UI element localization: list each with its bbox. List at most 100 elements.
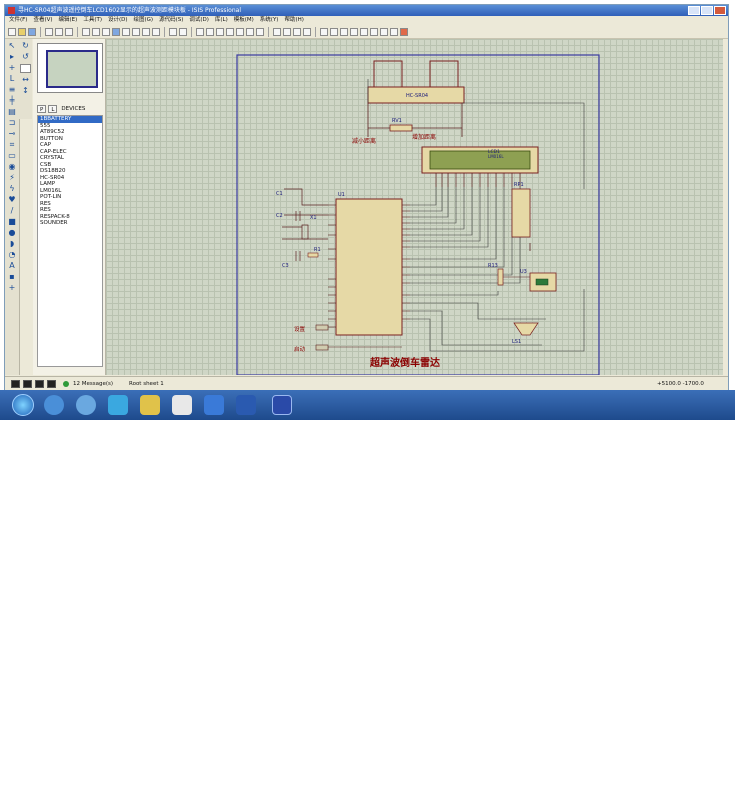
line-icon[interactable]: / xyxy=(8,207,16,215)
library-tab[interactable]: L xyxy=(48,105,58,113)
tape-recorder-icon[interactable]: ▭ xyxy=(8,152,16,160)
mirror-x-icon[interactable]: ↔ xyxy=(22,76,30,84)
voltage-probe-icon[interactable]: ⚡ xyxy=(8,174,16,182)
menu-design[interactable]: 设计(D) xyxy=(108,16,128,25)
open-file-icon[interactable] xyxy=(18,27,26,36)
ares-icon[interactable] xyxy=(400,27,408,36)
start-button[interactable] xyxy=(12,394,34,416)
junction-icon[interactable]: + xyxy=(8,64,16,72)
save-icon[interactable] xyxy=(28,27,36,36)
device-pin-icon[interactable]: ⊸ xyxy=(8,130,16,138)
browser-icon[interactable] xyxy=(44,395,64,415)
r13-label: R13 xyxy=(488,263,498,269)
generator-icon[interactable]: ◉ xyxy=(8,163,16,171)
ie-icon[interactable] xyxy=(76,395,96,415)
selection-mode-icon[interactable]: ↖ xyxy=(8,42,16,50)
zoom-in-icon[interactable] xyxy=(122,27,130,36)
wps-icon[interactable] xyxy=(204,395,224,415)
undo-icon[interactable] xyxy=(169,27,177,36)
chat-icon[interactable] xyxy=(108,395,128,415)
menu-tools[interactable]: 工具(T) xyxy=(83,16,102,25)
step-button[interactable] xyxy=(23,380,32,388)
zoom-out-icon[interactable] xyxy=(132,27,140,36)
make-device-icon[interactable] xyxy=(283,27,291,36)
schematic-canvas[interactable]: HC-SR04 RV1 减小距离 增加距离 LCD1 LM016L U1 RP1… xyxy=(106,39,723,375)
user-avatar-icon[interactable] xyxy=(172,395,192,415)
redo-icon[interactable] xyxy=(179,27,187,36)
netlist-icon[interactable] xyxy=(380,27,388,36)
wire-label-icon[interactable]: L xyxy=(8,75,16,83)
search-icon[interactable] xyxy=(330,27,338,36)
package-icon[interactable] xyxy=(293,27,301,36)
remove-sheet-icon[interactable] xyxy=(370,27,378,36)
minimize-button[interactable] xyxy=(688,6,700,15)
graph-icon[interactable]: ⌗ xyxy=(8,141,16,149)
folder-icon[interactable] xyxy=(140,395,160,415)
subcircuit-icon[interactable]: ▤ xyxy=(8,108,16,116)
wire-autorouter-icon[interactable] xyxy=(320,27,328,36)
pick-device-icon[interactable] xyxy=(273,27,281,36)
block-copy-icon[interactable] xyxy=(226,27,234,36)
rotate-cw-icon[interactable]: ↻ xyxy=(22,42,30,50)
menu-source[interactable]: 源代码(S) xyxy=(159,16,183,25)
bom-icon[interactable] xyxy=(390,27,398,36)
pan-icon[interactable] xyxy=(112,27,120,36)
property-tool-icon[interactable] xyxy=(340,27,348,36)
print-icon[interactable] xyxy=(65,27,73,36)
copy-icon[interactable] xyxy=(206,27,214,36)
symbol-icon[interactable]: ▪ xyxy=(8,273,16,281)
menu-system[interactable]: 系统(Y) xyxy=(260,16,279,25)
cut-icon[interactable] xyxy=(196,27,204,36)
word-icon[interactable] xyxy=(236,395,256,415)
import-icon[interactable] xyxy=(45,27,53,36)
grid-icon[interactable] xyxy=(92,27,100,36)
refresh-icon[interactable] xyxy=(82,27,90,36)
list-item[interactable]: SOUNDER xyxy=(38,220,102,227)
menu-view[interactable]: 查看(V) xyxy=(33,16,52,25)
current-probe-icon[interactable]: ϟ xyxy=(8,185,16,193)
block-move-icon[interactable] xyxy=(236,27,244,36)
new-sheet-icon[interactable] xyxy=(360,27,368,36)
circle-icon[interactable]: ● xyxy=(8,229,16,237)
box-icon[interactable]: ■ xyxy=(8,218,16,226)
mirror-y-icon[interactable]: ↕ xyxy=(22,87,30,95)
design-explorer-icon[interactable] xyxy=(350,27,358,36)
menu-help[interactable]: 帮助(H) xyxy=(284,16,303,25)
isis-task-icon[interactable] xyxy=(272,395,292,415)
text-icon[interactable]: A xyxy=(8,262,16,270)
origin-icon[interactable] xyxy=(102,27,110,36)
zoom-area-icon[interactable] xyxy=(152,27,160,36)
rotate-ccw-icon[interactable]: ↺ xyxy=(22,53,30,61)
pause-button[interactable] xyxy=(35,380,44,388)
new-file-icon[interactable] xyxy=(8,27,16,36)
stop-button[interactable] xyxy=(47,380,56,388)
maximize-button[interactable] xyxy=(701,6,713,15)
terminal-icon[interactable]: ⊐ xyxy=(8,119,16,127)
overview-window[interactable] xyxy=(37,43,103,93)
menu-edit[interactable]: 编辑(E) xyxy=(59,16,78,25)
decompose-icon[interactable] xyxy=(303,27,311,36)
block-rotate-icon[interactable] xyxy=(246,27,254,36)
menu-debug[interactable]: 调试(D) xyxy=(189,16,209,25)
message-count[interactable]: 12 Message(s) xyxy=(73,377,113,391)
bus-icon[interactable]: ╪ xyxy=(8,97,16,105)
component-mode-icon[interactable]: ▸ xyxy=(8,53,16,61)
device-list[interactable]: 1BBATTERY 555 AT89C52 BUTTON CAP CAP-ELE… xyxy=(37,115,103,367)
arc-icon[interactable]: ◗ xyxy=(8,240,16,248)
menu-library[interactable]: 库(L) xyxy=(215,16,228,25)
paste-icon[interactable] xyxy=(216,27,224,36)
menu-graph[interactable]: 绘图(G) xyxy=(134,16,154,25)
pick-device-tab[interactable]: P xyxy=(37,105,47,113)
block-delete-icon[interactable] xyxy=(256,27,264,36)
text-script-icon[interactable]: ≡ xyxy=(8,86,16,94)
menu-template[interactable]: 模板(M) xyxy=(234,16,254,25)
virtual-instrument-icon[interactable]: ♥ xyxy=(8,196,16,204)
marker-icon[interactable]: + xyxy=(8,284,16,292)
path-icon[interactable]: ◔ xyxy=(8,251,16,259)
angle-field[interactable] xyxy=(20,64,31,73)
export-icon[interactable] xyxy=(55,27,63,36)
play-button[interactable] xyxy=(11,380,20,388)
close-button[interactable] xyxy=(714,6,726,15)
zoom-all-icon[interactable] xyxy=(142,27,150,36)
menu-file[interactable]: 文件(F) xyxy=(9,16,27,25)
